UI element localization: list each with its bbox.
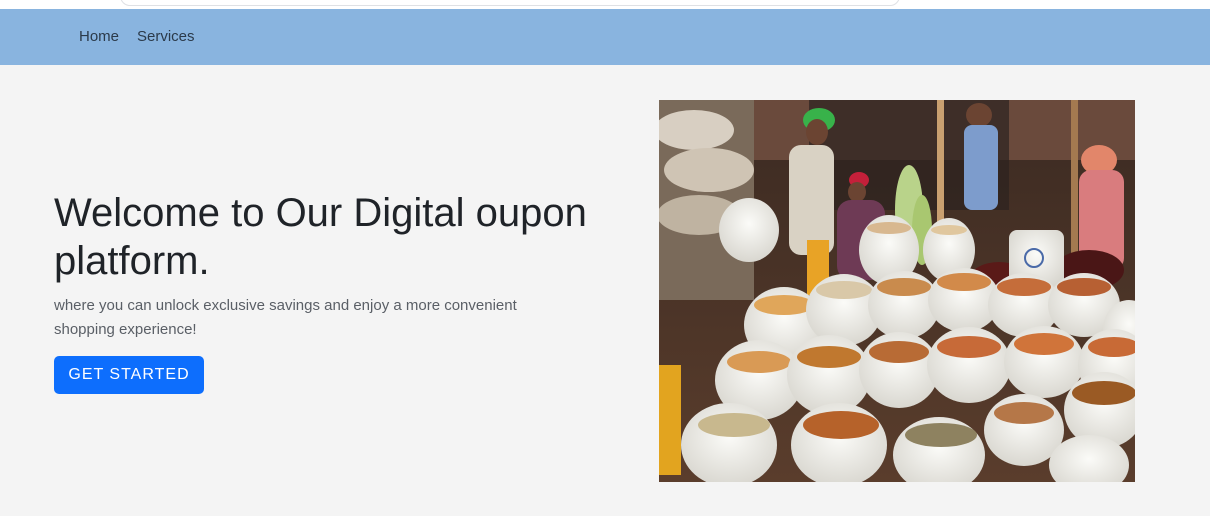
hero-title: Welcome to Our Digital oupon platform.: [54, 191, 587, 283]
browser-top-strip: [0, 0, 1210, 9]
nav-link-services[interactable]: Services: [137, 28, 195, 45]
page-bottom-edge: [0, 516, 1210, 521]
market-photo: [659, 100, 1135, 482]
navbar: Home Services: [0, 9, 1210, 65]
nav-link-home[interactable]: Home: [79, 28, 119, 45]
get-started-button[interactable]: GET STARTED: [54, 356, 204, 394]
address-bar-edge: [120, 0, 900, 6]
hero-section: Welcome to Our Digital oupon platform. w…: [0, 65, 1210, 516]
hero-subtitle: where you can unlock exclusive savings a…: [54, 297, 517, 338]
